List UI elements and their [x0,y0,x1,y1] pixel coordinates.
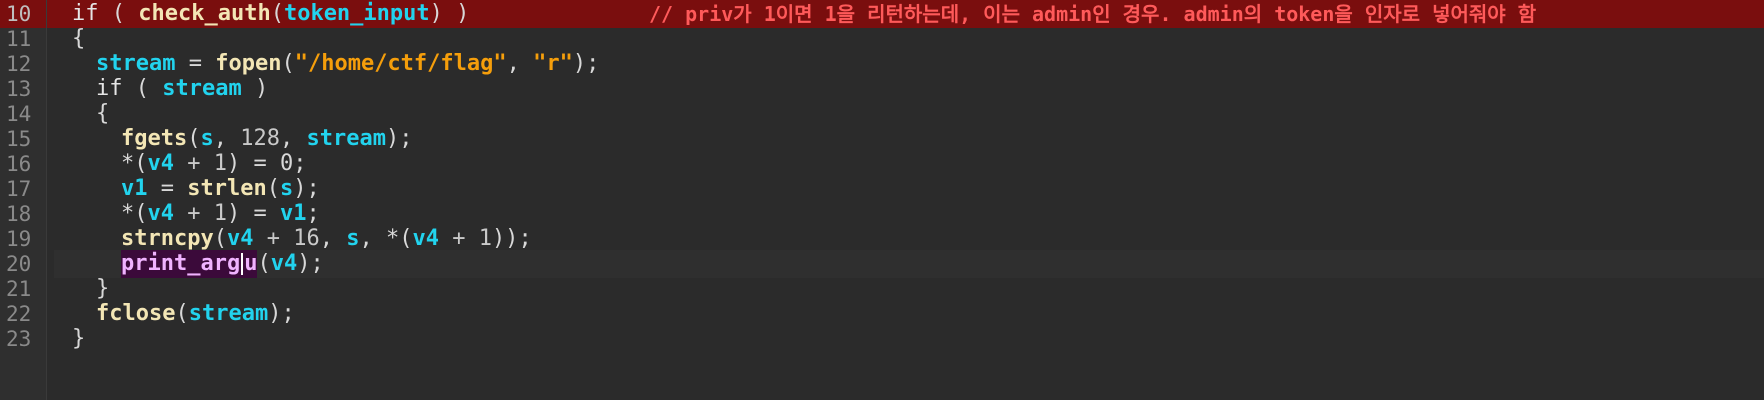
code-line[interactable]: 16 *(v4 + 1) = 0; [0,150,1764,178]
keyword-if: if [96,76,123,101]
code-text[interactable]: fgets(s, 128, stream); [54,125,1764,153]
brace-open: { [72,26,86,51]
gutter-divider [46,0,47,400]
function-strlen: strlen [187,176,267,201]
inline-comment: // priv가 1이면 1을 리턴하는데, 이는 admin인 경우. adm… [649,2,1537,26]
equals: = [188,51,202,76]
code-text[interactable]: { [54,25,1764,53]
code-line[interactable]: 12 stream = fopen("/home/ctf/flag", "r")… [0,50,1764,78]
paren-open: ( [111,1,125,26]
function-fopen: fopen [215,51,282,76]
code-text[interactable]: v1 = strlen(s); [54,175,1764,203]
line-number: 11 [6,27,32,51]
line-number: 13 [6,77,32,101]
var-stream: stream [306,126,386,151]
var-stream: stream [96,51,176,76]
code-editor[interactable]: 10 if ( check_auth(token_input) ) // pri… [0,0,1764,400]
code-text[interactable]: strncpy(v4 + 16, s, *(v4 + 1)); [54,225,1764,253]
code-text[interactable]: } [54,275,1764,303]
code-line[interactable]: 19 strncpy(v4 + 16, s, *(v4 + 1)); [0,225,1764,253]
line-number: 18 [6,202,32,226]
code-text[interactable]: *(v4 + 1) = v1; [54,200,1764,228]
code-line[interactable]: 21 } [0,275,1764,303]
code-text[interactable]: fclose(stream); [54,300,1764,328]
code-text[interactable]: { [54,100,1764,128]
code-line[interactable]: 18 *(v4 + 1) = v1; [0,200,1764,228]
var-token-input: token_input [283,1,430,26]
line-number: 17 [6,177,32,201]
line-number: 15 [6,127,32,151]
code-line[interactable]: 10 if ( check_auth(token_input) ) // pri… [0,0,1764,28]
paren-close: ) [456,1,470,26]
line-number: 16 [6,152,32,176]
code-line[interactable]: 22 fclose(stream); [0,300,1764,328]
text-cursor [241,253,244,275]
string-mode: "r" [533,51,573,76]
function-strncpy: strncpy [121,226,214,251]
code-text[interactable]: *(v4 + 1) = 0; [54,150,1764,178]
string-path: "/home/ctf/flag" [294,51,507,76]
function-fclose: fclose [96,301,176,326]
function-fgets: fgets [121,126,188,151]
var-s: s [200,126,214,151]
line-number: 12 [6,52,32,76]
line-number: 22 [6,302,32,326]
var-v4: v4 [147,151,175,176]
line-number: 10 [6,2,32,26]
code-text[interactable]: if ( stream ) [54,75,1764,103]
code-line[interactable]: 11 { [0,25,1764,53]
number-128: 128 [240,126,280,151]
line-number: 14 [6,102,32,126]
code-line[interactable]: 15 fgets(s, 128, stream); [0,125,1764,153]
line-number: 19 [6,227,32,251]
code-line[interactable]: 14 { [0,100,1764,128]
function-check-auth: check_auth [138,1,271,26]
code-line[interactable]: 17 v1 = strlen(s); [0,175,1764,203]
code-line-current[interactable]: 20 print_arg u(v4); [0,250,1764,278]
var-stream: stream [162,76,242,101]
line-number: 20 [6,252,32,276]
line-number: 21 [6,277,32,301]
code-text[interactable]: print_arg u(v4); [54,250,1764,278]
keyword-if: if [72,1,99,26]
code-text[interactable]: stream = fopen("/home/ctf/flag", "r"); [54,50,1764,78]
code-line[interactable]: 23 } [0,325,1764,353]
line-number: 23 [6,327,32,351]
function-print-argu[interactable]: print_arg u [121,250,258,278]
var-v1: v1 [121,176,148,201]
code-line[interactable]: 13 if ( stream ) [0,75,1764,103]
code-text[interactable]: } [54,325,1764,353]
